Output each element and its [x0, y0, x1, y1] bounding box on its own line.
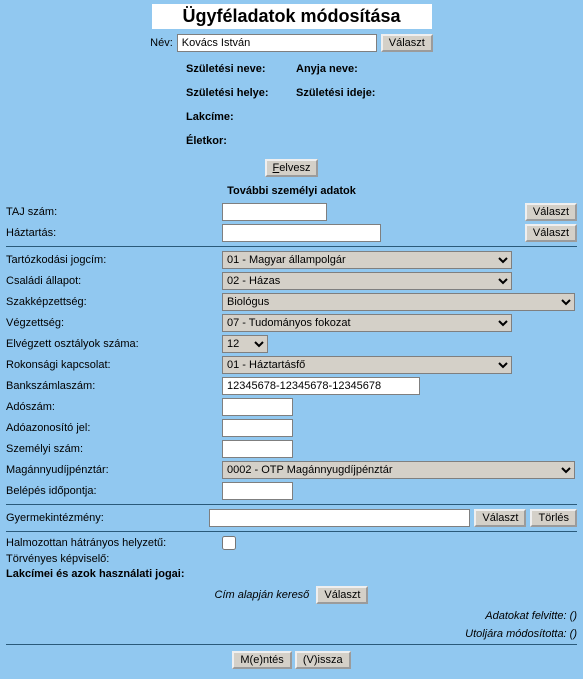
birth-place-label: Születési helye: [186, 87, 296, 99]
household-field[interactable] [222, 224, 381, 242]
addresses-label: Lakcímei és azok használati jogai: [6, 568, 185, 580]
name-label: Név: [150, 37, 177, 49]
add-button[interactable]: Felvesz [265, 159, 319, 177]
household-select-button[interactable]: Választ [525, 224, 577, 242]
entry-date-field[interactable] [222, 482, 293, 500]
tax-id-field[interactable] [222, 419, 293, 437]
classes-select[interactable]: 12 [222, 335, 268, 353]
child-inst-label: Gyermekintézmény: [6, 512, 209, 524]
child-inst-field[interactable] [209, 509, 470, 527]
created-by-label: Adatokat felvitte: () [6, 610, 577, 622]
marital-label: Családi állapot: [6, 275, 222, 287]
tax-field[interactable] [222, 398, 293, 416]
disadvantaged-checkbox[interactable] [222, 536, 236, 550]
birth-date-label: Születési ideje: [296, 87, 375, 99]
mother-name-label: Anyja neve: [296, 63, 358, 75]
back-button[interactable]: (V)issza [295, 651, 351, 669]
marital-select[interactable]: 02 - Házas [222, 272, 512, 290]
name-select-button[interactable]: Választ [381, 34, 433, 52]
qualification-select[interactable]: Biológus [222, 293, 575, 311]
taj-select-button[interactable]: Választ [525, 203, 577, 221]
education-select[interactable]: 07 - Tudományos fokozat [222, 314, 512, 332]
tax-label: Adószám: [6, 401, 222, 413]
pension-select[interactable]: 0002 - OTP Magánnyugdíjpénztár [222, 461, 575, 479]
qualification-label: Szakképzettség: [6, 296, 222, 308]
education-label: Végzettség: [6, 317, 222, 329]
taj-field[interactable] [222, 203, 327, 221]
personal-num-label: Személyi szám: [6, 443, 222, 455]
tax-id-label: Adóazonosító jel: [6, 422, 222, 434]
household-label: Háztartás: [6, 227, 222, 239]
birth-name-label: Születési neve: [186, 63, 296, 75]
bank-label: Bankszámlaszám: [6, 380, 222, 392]
personal-num-field[interactable] [222, 440, 293, 458]
kinship-label: Rokonsági kapcsolat: [6, 359, 222, 371]
residence-label: Tartózkodási jogcím: [6, 254, 222, 266]
disadvantaged-label: Halmozottan hátrányos helyzetű: [6, 537, 222, 549]
taj-label: TAJ szám: [6, 206, 222, 218]
search-label: Cím alapján kereső [215, 589, 314, 601]
entry-date-label: Belépés időpontja: [6, 485, 222, 497]
name-field[interactable] [177, 34, 377, 52]
pension-label: Magánnyudíjpénztár: [6, 464, 222, 476]
age-label: Életkor: [186, 135, 227, 147]
more-personal-heading: További személyi adatok [6, 185, 577, 197]
classes-label: Elvégzett osztályok száma: [6, 338, 222, 350]
kinship-select[interactable]: 01 - Háztartásfő [222, 356, 512, 374]
page-title: Ügyféladatok módosítása [152, 4, 432, 29]
legal-rep-label: Törvényes képviselő: [6, 553, 222, 565]
address-label: Lakcíme: [186, 111, 234, 123]
modified-by-label: Utoljára módosította: () [6, 628, 577, 640]
child-inst-delete-button[interactable]: Törlés [530, 509, 577, 527]
residence-select[interactable]: 01 - Magyar állampolgár [222, 251, 512, 269]
save-button[interactable]: M(e)ntés [232, 651, 291, 669]
bank-field[interactable] [222, 377, 420, 395]
child-inst-select-button[interactable]: Választ [474, 509, 526, 527]
search-select-button[interactable]: Választ [316, 586, 368, 604]
